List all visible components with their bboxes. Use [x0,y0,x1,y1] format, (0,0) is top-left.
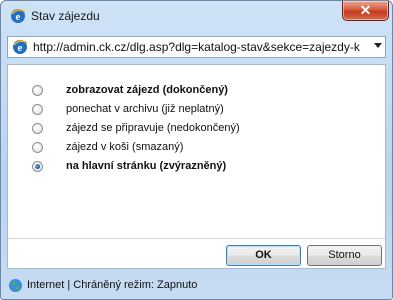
option-label: zájezd v koši (smazaný) [66,141,184,153]
radio-button[interactable] [32,123,43,134]
ie-icon: e [11,9,26,23]
option-zobrazovat[interactable]: zobrazovat zájezd (dokončený) [8,82,368,100]
radio-button[interactable] [32,85,43,96]
ie-icon: e [13,40,28,54]
option-label: na hlavní stránku (zvýrazněný) [66,160,227,172]
status-text: Internet | Chráněný režim: Zapnuto [27,279,198,291]
svg-text:e: e [18,42,23,54]
globe-icon [8,278,23,293]
divider [8,238,385,239]
ok-button[interactable]: OK [226,245,301,266]
option-pripravuje[interactable]: zájezd se připravuje (nedokončený) [8,120,368,138]
option-label: ponechat v archivu (již neplatný) [66,103,224,115]
address-bar[interactable]: e http://admin.ck.cz/dlg.asp?dlg=katalog… [7,36,386,58]
cancel-button[interactable]: Storno [307,245,382,266]
address-url[interactable]: http://admin.ck.cz/dlg.asp?dlg=katalog-s… [33,40,368,54]
option-ponechat[interactable]: ponechat v archivu (již neplatný) [8,101,368,119]
status-bar: Internet | Chráněný režim: Zapnuto [2,272,391,299]
dialog-content: zobrazovat zájezd (dokončený) ponechat v… [7,64,386,269]
svg-text:e: e [16,11,21,23]
dialog-window: e Stav zájezdu ✕ e http://admin.ck.cz/dl… [0,0,393,300]
radio-button[interactable] [32,142,43,153]
option-kos[interactable]: zájezd v koši (smazaný) [8,139,368,157]
chevron-down-icon[interactable] [374,43,382,48]
title-bar[interactable]: e Stav zájezdu ✕ [1,1,392,31]
option-label: zájezd se připravuje (nedokončený) [66,122,240,134]
close-icon: ✕ [359,2,372,18]
option-hlavni-stranka[interactable]: na hlavní stránku (zvýrazněný) [8,158,368,176]
close-button[interactable]: ✕ [342,1,389,21]
window-title: Stav zájezdu [31,9,100,23]
radio-button[interactable] [32,104,43,115]
radio-button-selected[interactable] [32,161,43,172]
option-label: zobrazovat zájezd (dokončený) [66,84,228,96]
